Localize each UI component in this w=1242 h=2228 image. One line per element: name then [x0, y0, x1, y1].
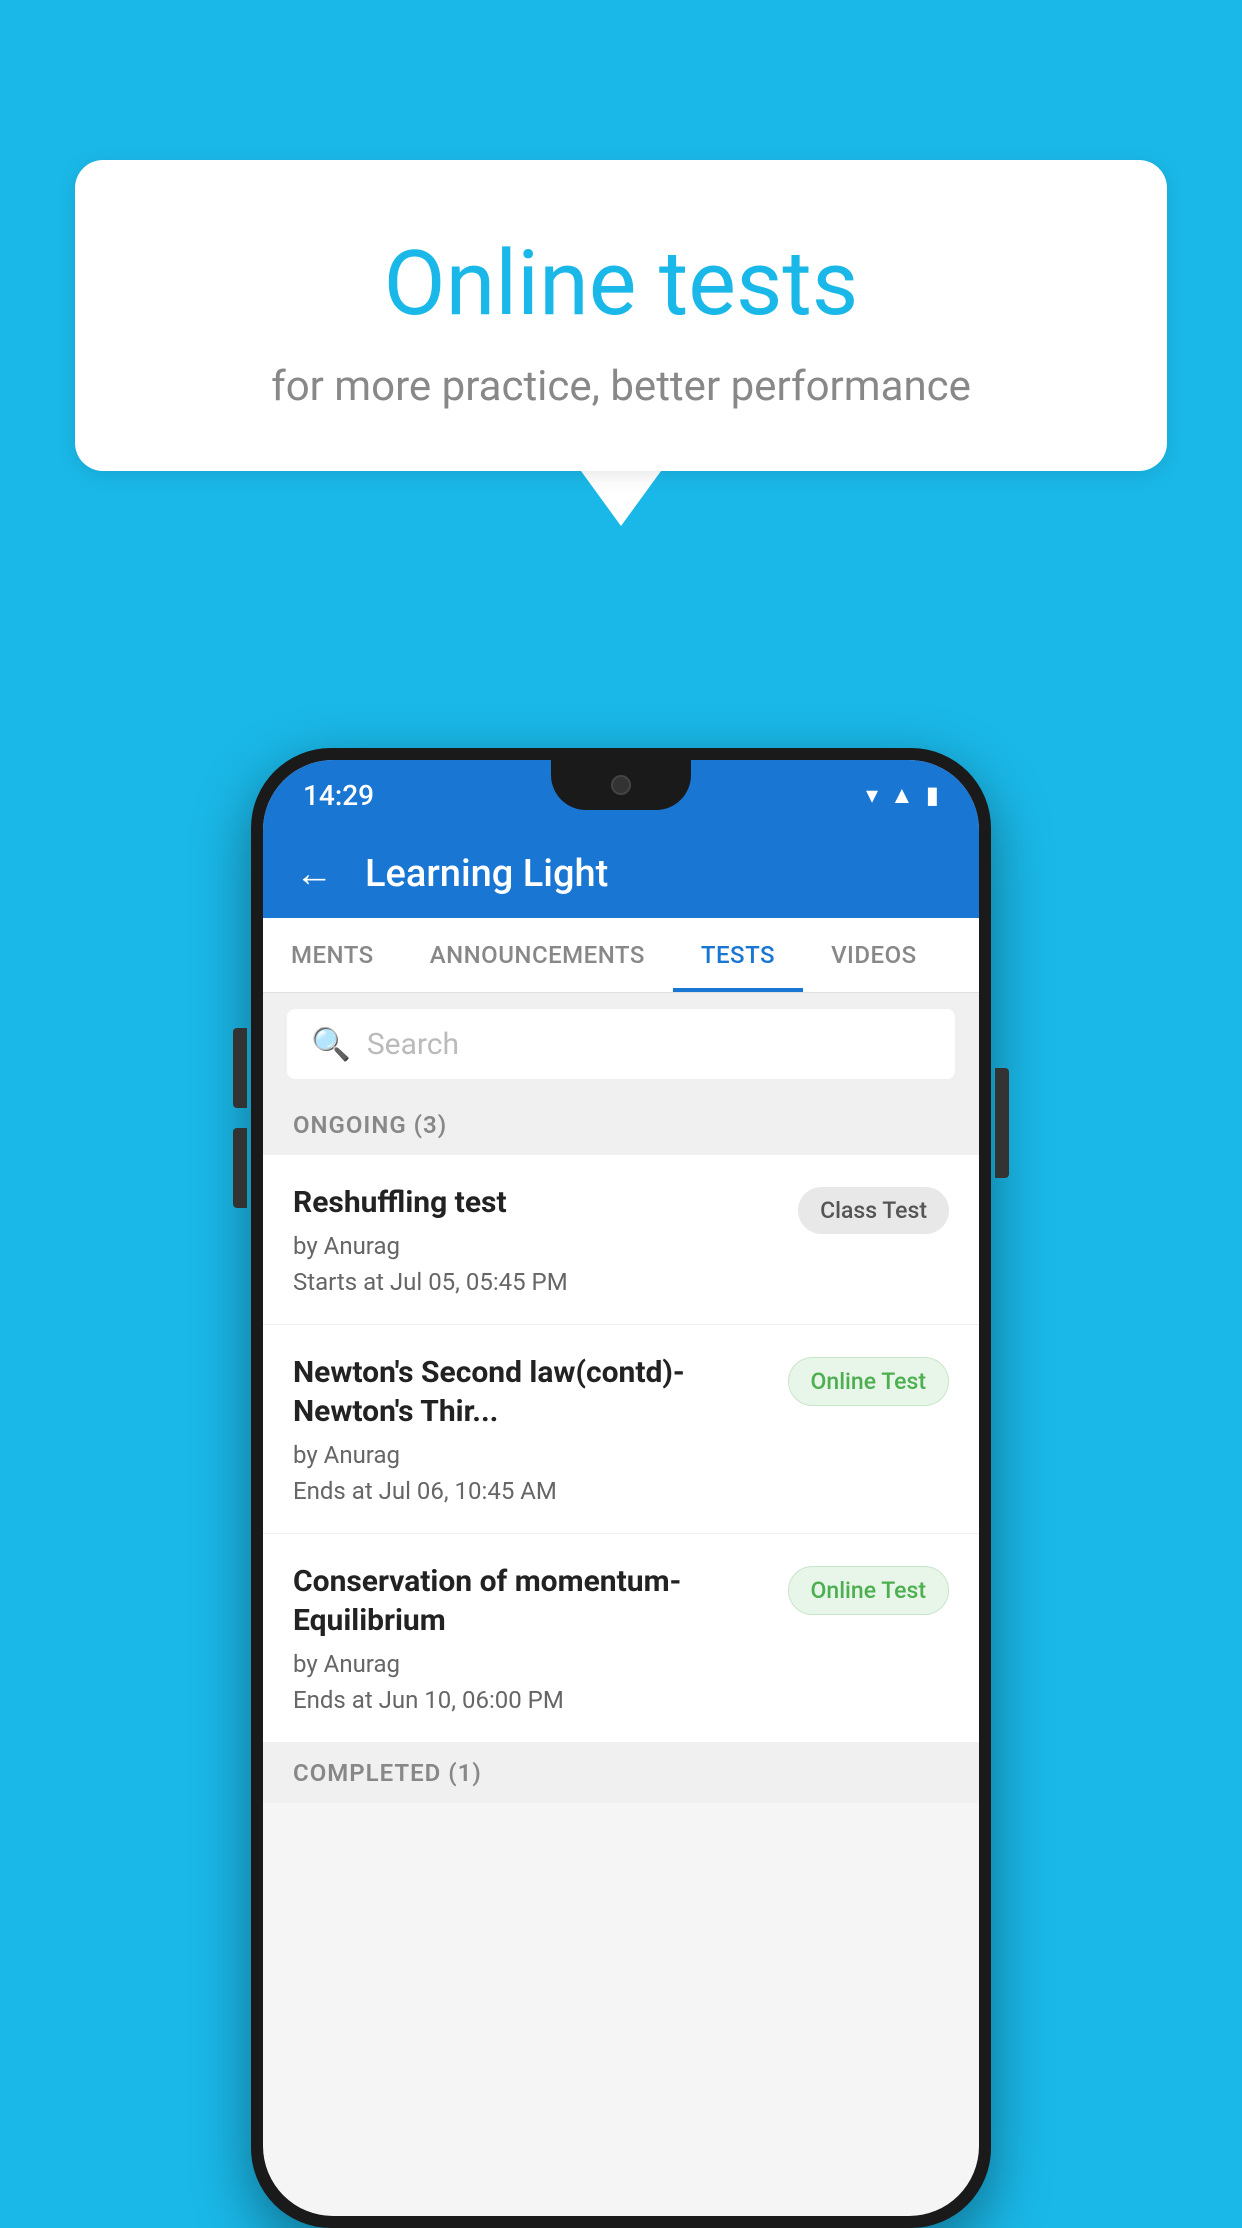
- tab-tests[interactable]: TESTS: [673, 918, 803, 992]
- phone-screen: 14:29 ▾ ▲ ▮ ← Learning Light MENTS ANNOU…: [263, 760, 979, 2216]
- test-item-2[interactable]: Newton's Second law(contd)-Newton's Thir…: [263, 1325, 979, 1534]
- test-name-3: Conservation of momentum-Equilibrium: [293, 1562, 768, 1640]
- test-info-2: Newton's Second law(contd)-Newton's Thir…: [293, 1353, 768, 1505]
- front-camera: [611, 775, 631, 795]
- test-author-2: by Anurag: [293, 1441, 768, 1469]
- completed-label: COMPLETED (1): [293, 1759, 482, 1787]
- speech-bubble-subtitle: for more practice, better performance: [155, 362, 1087, 411]
- speech-bubble-arrow: [581, 471, 661, 526]
- test-item-3[interactable]: Conservation of momentum-Equilibrium by …: [263, 1534, 979, 1743]
- test-item-1[interactable]: Reshuffling test by Anurag Starts at Jul…: [263, 1155, 979, 1325]
- search-icon: 🔍: [311, 1025, 351, 1063]
- ongoing-label: ONGOING (3): [293, 1111, 447, 1139]
- tab-announcements[interactable]: ANNOUNCEMENTS: [402, 918, 673, 992]
- status-bar: 14:29 ▾ ▲ ▮: [263, 760, 979, 830]
- back-button[interactable]: ←: [295, 852, 333, 896]
- app-header: ← Learning Light: [263, 830, 979, 918]
- test-info-3: Conservation of momentum-Equilibrium by …: [293, 1562, 768, 1714]
- app-title: Learning Light: [365, 852, 608, 896]
- tabs-bar: MENTS ANNOUNCEMENTS TESTS VIDEOS: [263, 918, 979, 993]
- phone-frame: 14:29 ▾ ▲ ▮ ← Learning Light MENTS ANNOU…: [251, 748, 991, 2228]
- test-name-1: Reshuffling test: [293, 1183, 778, 1222]
- speech-bubble-container: Online tests for more practice, better p…: [75, 160, 1167, 526]
- ongoing-section-header: ONGOING (3): [263, 1095, 979, 1155]
- test-badge-1: Class Test: [798, 1187, 949, 1234]
- volume-down-button: [233, 1128, 247, 1208]
- speech-bubble: Online tests for more practice, better p…: [75, 160, 1167, 471]
- search-bar[interactable]: 🔍 Search: [287, 1009, 955, 1079]
- test-author-3: by Anurag: [293, 1650, 768, 1678]
- test-name-2: Newton's Second law(contd)-Newton's Thir…: [293, 1353, 768, 1431]
- status-icons: ▾ ▲ ▮: [866, 781, 939, 810]
- signal-icon: ▲: [890, 781, 914, 810]
- tests-list: Reshuffling test by Anurag Starts at Jul…: [263, 1155, 979, 1743]
- test-badge-3: Online Test: [788, 1566, 949, 1615]
- volume-up-button: [233, 1028, 247, 1108]
- test-badge-2: Online Test: [788, 1357, 949, 1406]
- power-button: [995, 1068, 1009, 1178]
- search-container: 🔍 Search: [263, 993, 979, 1095]
- speech-bubble-title: Online tests: [155, 230, 1087, 338]
- tab-ments[interactable]: MENTS: [263, 918, 402, 992]
- tab-videos[interactable]: VIDEOS: [803, 918, 945, 992]
- test-date-3: Ends at Jun 10, 06:00 PM: [293, 1686, 768, 1714]
- test-info-1: Reshuffling test by Anurag Starts at Jul…: [293, 1183, 778, 1296]
- wifi-icon: ▾: [866, 781, 878, 809]
- search-placeholder: Search: [367, 1027, 459, 1062]
- test-author-1: by Anurag: [293, 1232, 778, 1260]
- status-time: 14:29: [303, 779, 374, 812]
- test-date-1: Starts at Jul 05, 05:45 PM: [293, 1268, 778, 1296]
- battery-icon: ▮: [926, 781, 939, 809]
- completed-section-header: COMPLETED (1): [263, 1743, 979, 1803]
- phone-notch: [551, 760, 691, 810]
- test-date-2: Ends at Jul 06, 10:45 AM: [293, 1477, 768, 1505]
